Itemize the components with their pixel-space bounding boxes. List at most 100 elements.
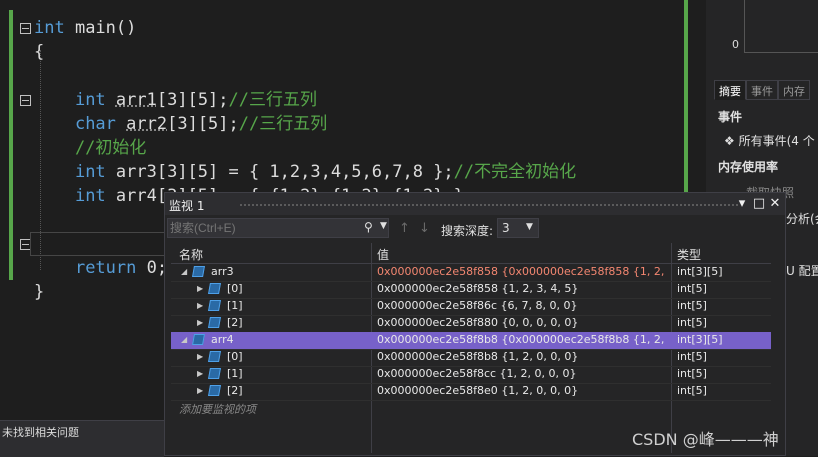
- expand-icon[interactable]: ▶: [197, 284, 203, 293]
- code-token: [3][5];: [167, 114, 239, 134]
- code-token: arr1: [115, 90, 157, 110]
- code-token: //三行五列: [238, 114, 328, 134]
- tab-summary[interactable]: 摘要: [714, 80, 746, 100]
- variable-icon: [208, 300, 221, 311]
- code-token: int: [74, 162, 106, 182]
- expand-icon[interactable]: ▶: [197, 386, 203, 395]
- expand-icon[interactable]: ▶: [197, 318, 203, 327]
- code-line[interactable]: //初始化: [34, 136, 576, 160]
- watch-row-0[interactable]: ▶ [0] 0x000000ec2e58f8b8 {1, 2, 0, 0, 0} in…: [171, 349, 771, 367]
- watch-row-2[interactable]: ▶ [2] 0x000000ec2e58f880 {0, 0, 0, 0, 0} in…: [171, 315, 771, 333]
- variable-icon: [192, 266, 205, 277]
- scroll-change-indicator: [684, 0, 688, 192]
- watch-value[interactable]: 0x000000ec2e58f8b8 {1, 2, 0, 0, 0}: [377, 350, 667, 363]
- code-line[interactable]: char arr2[3][5];//三行五列: [34, 112, 576, 136]
- code-token: int: [74, 90, 106, 110]
- code-line[interactable]: [34, 64, 576, 88]
- code-line[interactable]: int arr1[3][5];//三行五列: [34, 88, 576, 112]
- code-token: {: [34, 42, 45, 62]
- code-line[interactable]: int arr3[3][5] = { 1,2,3,4,5,6,7,8 };//不…: [34, 160, 576, 184]
- code-token: return: [74, 258, 137, 278]
- window-menu-icon[interactable]: ▾: [735, 196, 749, 212]
- diagnostic-tabs: 摘要 事件 内存: [714, 80, 818, 100]
- watch-type: int[5]: [677, 367, 707, 380]
- watch-row-arr4[interactable]: ◢ arr4 0x000000ec2e58f8b8 {0x000000ec2e58f…: [171, 332, 771, 350]
- watch-value[interactable]: 0x000000ec2e58f8b8 {0x000000ec2e58f8b8 {…: [377, 333, 667, 346]
- code-token: arr3[3][5] = { 1,2,3,4,5,6,7,8 };: [105, 162, 454, 182]
- code-token: //不完全初始化: [453, 162, 577, 182]
- collapse-icon[interactable]: ◢: [181, 267, 187, 276]
- memory-usage-header: 内存使用率: [718, 160, 779, 174]
- watch-name: arr4: [211, 333, 234, 346]
- cpu-config-label: U 配置: [786, 264, 818, 278]
- search-depth-value: 3: [502, 221, 510, 235]
- drag-grip[interactable]: [239, 203, 739, 207]
- watch-row-1[interactable]: ▶ [1] 0x000000ec2e58f8cc {1, 2, 0, 0, 0} in…: [171, 366, 771, 384]
- close-icon[interactable]: ✕: [768, 196, 782, 212]
- code-token: [3][5];: [156, 90, 229, 110]
- code-token: int: [74, 186, 106, 206]
- watch-row-2[interactable]: ▶ [2] 0x000000ec2e58f8e0 {1, 2, 0, 0, 0} in…: [171, 383, 771, 401]
- all-events-link[interactable]: ❖ 所有事件(4 个: [724, 132, 815, 149]
- watch-row-1[interactable]: ▶ [1] 0x000000ec2e58f86c {6, 7, 8, 0, 0} in…: [171, 298, 771, 316]
- search-icon[interactable]: ⚲: [364, 220, 373, 234]
- maximize-icon[interactable]: □: [752, 196, 766, 212]
- search-next-icon[interactable]: ↓: [419, 221, 430, 236]
- watch-type: int[5]: [677, 299, 707, 312]
- watch-value[interactable]: 0x000000ec2e58f8cc {1, 2, 0, 0, 0}: [377, 367, 667, 380]
- watch-type: int[5]: [677, 282, 707, 295]
- code-token: char: [74, 114, 116, 134]
- watch-value[interactable]: 0x000000ec2e58f858 {0x000000ec2e58f858 {…: [377, 265, 667, 278]
- watch-value[interactable]: 0x000000ec2e58f8e0 {1, 2, 0, 0, 0}: [377, 384, 667, 397]
- watch-value[interactable]: 0x000000ec2e58f858 {1, 2, 3, 4, 5}: [377, 282, 667, 295]
- code-token: }: [34, 282, 45, 302]
- code-token: main(): [64, 18, 137, 38]
- column-header-value[interactable]: 值: [377, 246, 389, 263]
- chevron-down-icon: ▼: [526, 222, 533, 232]
- search-input[interactable]: [170, 220, 350, 236]
- variable-icon: [208, 283, 221, 294]
- fold-toggle-icon[interactable]: [20, 95, 31, 106]
- column-header-name[interactable]: 名称: [179, 246, 203, 263]
- tab-events[interactable]: 事件: [746, 80, 778, 100]
- variable-icon: [208, 385, 221, 396]
- search-depth-select[interactable]: 3 ▼: [497, 218, 539, 238]
- expand-icon[interactable]: ▶: [197, 301, 203, 310]
- watch-name: [2]: [227, 316, 243, 329]
- code-line[interactable]: {: [34, 40, 576, 64]
- watch-name: [0]: [227, 282, 243, 295]
- tab-memory[interactable]: 内存: [778, 80, 810, 100]
- watch-value[interactable]: 0x000000ec2e58f880 {0, 0, 0, 0, 0}: [377, 316, 667, 329]
- status-text: 未找到相关问题: [2, 426, 79, 439]
- add-watch-row[interactable]: 添加要监视的项: [171, 400, 771, 417]
- search-previous-icon[interactable]: ↑: [399, 221, 410, 236]
- code-line[interactable]: int main(): [34, 16, 576, 40]
- code-token: arr2: [126, 114, 168, 134]
- variable-icon: [192, 334, 205, 345]
- watch-value[interactable]: 0x000000ec2e58f86c {6, 7, 8, 0, 0}: [377, 299, 667, 312]
- memory-chart: [744, 0, 818, 53]
- watch-row-0[interactable]: ▶ [0] 0x000000ec2e58f858 {1, 2, 3, 4, 5} in…: [171, 281, 771, 299]
- watch-row-arr3[interactable]: ◢ arr3 0x000000ec2e58f858 {0x000000ec2e58f…: [171, 264, 771, 282]
- collapse-icon[interactable]: ◢: [181, 335, 187, 344]
- analysis-link[interactable]: 分析(会: [786, 210, 818, 227]
- expand-icon[interactable]: ▶: [197, 369, 203, 378]
- watch-name: [0]: [227, 350, 243, 363]
- status-bar: 未找到相关问题: [0, 420, 164, 457]
- column-header-type[interactable]: 类型: [677, 246, 701, 263]
- search-depth-label: 搜索深度:: [441, 224, 494, 238]
- watch-name: [2]: [227, 384, 243, 397]
- search-box[interactable]: ⚲ ▼: [167, 218, 389, 238]
- change-indicator-bar: [9, 10, 13, 280]
- fold-toggle-icon[interactable]: [20, 23, 31, 34]
- search-options-dropdown-icon[interactable]: ▼: [380, 221, 387, 231]
- watch-title-bar[interactable]: 监视 1 ▾ □ ✕: [165, 193, 785, 215]
- watch-window[interactable]: 监视 1 ▾ □ ✕ ⚲ ▼ ↑ ↓ 搜索深度: 3 ▼ 名称 值 类型 ◢ ar…: [164, 192, 786, 456]
- expand-icon[interactable]: ▶: [197, 352, 203, 361]
